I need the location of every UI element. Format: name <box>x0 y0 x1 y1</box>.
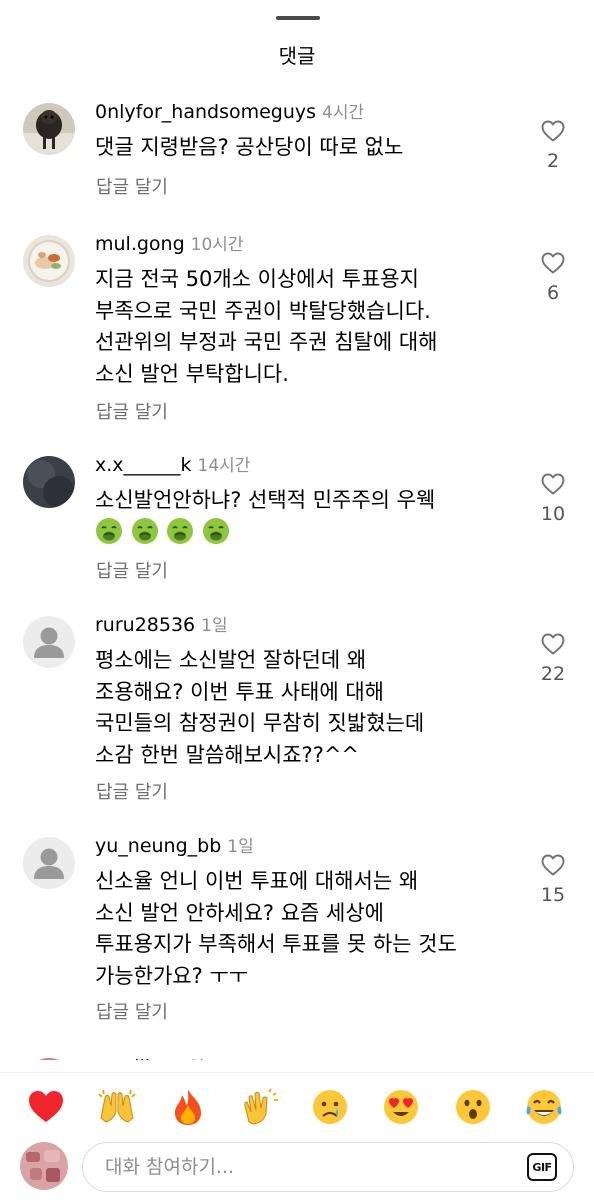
reply-button[interactable]: 답글 달기 <box>96 173 168 199</box>
nauseated-face-emoji <box>131 517 158 544</box>
nauseated-face-emoji <box>203 517 230 544</box>
comment-text: 댓글 지령받음? 공산당이 따로 없노 <box>95 132 525 164</box>
username[interactable]: ruru28536 <box>95 614 195 636</box>
avatar[interactable] <box>23 837 75 889</box>
comment-line: 소신 발언 부탁합니다. <box>95 361 289 386</box>
comment-line: 소감 한번 말씀해보시죠??^^ <box>95 742 360 767</box>
comment-list[interactable]: 0nlyfor_handsomeguys 4시간 댓글 지령받음? 공산당이 따로… <box>0 90 594 1060</box>
comment-composer: GIF <box>0 1138 594 1200</box>
comment-line: 선관위의 부정과 국민 주권 침탈에 대해 <box>95 330 438 354</box>
sheet-grabber[interactable] <box>276 16 320 20</box>
timestamp: 4시간 <box>322 103 365 123</box>
heart-outline-icon[interactable] <box>541 252 565 274</box>
reply-button[interactable]: 답글 달기 <box>96 557 168 583</box>
comment-text: 평소에는 소신발언 잘하던데 왜 조용해요? 이번 투표 사태에 대해 국민들의… <box>95 645 525 771</box>
comment-line: 부족으로 국민 주권이 박탈당했습니다. <box>95 298 431 323</box>
comment-text: 신소율 언니 이번 투표에 대해서는 왜 소신 발언 안하세요? 요즘 세상에 … <box>95 866 525 992</box>
comment-input[interactable] <box>105 1151 505 1183</box>
nauseated-face-emoji <box>96 517 122 544</box>
timestamp: 10시간 <box>190 235 244 255</box>
like-button[interactable]: 22 <box>530 633 576 685</box>
like-count: 15 <box>540 884 566 906</box>
reply-button[interactable]: 답글 달기 <box>96 998 168 1024</box>
comment-text: 지금 전국 50개소 이상에서 투표용지 부족으로 국민 주권이 박탈당했습니다… <box>95 264 525 390</box>
avatar[interactable] <box>23 456 75 508</box>
heart-outline-icon[interactable] <box>541 120 565 142</box>
heart-eyes-emoji[interactable] <box>380 1086 422 1128</box>
comment-text: 소신발언안하냐? 선택적 민주주의 우웩 <box>95 485 525 548</box>
comment-line: 지금 전국 50개소 이상에서 투표용지 <box>95 267 419 291</box>
crying-face-emoji[interactable] <box>309 1086 351 1128</box>
like-button[interactable]: 6 <box>530 252 576 304</box>
gif-button[interactable]: GIF <box>527 1153 557 1181</box>
reply-button[interactable]: 답글 달기 <box>96 398 168 424</box>
like-button[interactable]: 10 <box>530 473 576 525</box>
surprised-face-emoji[interactable] <box>452 1086 494 1128</box>
timestamp: 1일 <box>201 616 228 636</box>
comment-line: 투표용지가 부족해서 투표를 못 하는 것도 <box>95 932 457 956</box>
comments-sheet: 댓글 0nlyfor_handsomeguys 4시간 댓글 지령받음? 공산당… <box>0 0 594 1200</box>
raising-hands-emoji[interactable] <box>96 1086 138 1128</box>
comment-line: 소신 발언 안하세요? 요즘 세상에 <box>95 900 385 925</box>
like-count: 2 <box>546 150 560 172</box>
avatar[interactable] <box>23 616 75 668</box>
timestamp: 14시간 <box>197 456 251 476</box>
username[interactable]: 0nlyfor_handsomeguys <box>95 101 316 123</box>
username[interactable]: mul.gong <box>95 233 185 255</box>
heart-outline-icon[interactable] <box>541 473 565 495</box>
timestamp: 1일 <box>227 837 254 857</box>
heart-outline-icon[interactable] <box>541 633 565 655</box>
red-heart-emoji[interactable] <box>25 1086 67 1128</box>
comment-line: 가능한가요? ㅜㅜ <box>95 963 249 988</box>
like-count: 6 <box>546 282 560 304</box>
sheet-title: 댓글 <box>278 44 316 68</box>
comment-line: 조용해요? 이번 투표 사태에 대해 <box>95 679 385 704</box>
current-user-avatar[interactable] <box>20 1142 68 1190</box>
username[interactable]: my_jiins <box>95 1056 172 1060</box>
like-button[interactable]: 15 <box>530 854 576 906</box>
like-count: 22 <box>540 663 566 685</box>
nauseated-face-emoji <box>167 517 194 544</box>
comment-line: 신소율 언니 이번 투표에 대해서는 왜 <box>95 869 419 893</box>
username[interactable]: yu_neung_bb <box>95 835 221 857</box>
username[interactable]: x.x______k <box>95 454 192 476</box>
comment-line: 국민들의 참정권이 무참히 짓밟혔는데 <box>95 711 425 735</box>
clapping-hands-emoji[interactable] <box>238 1086 280 1128</box>
quick-reaction-bar <box>0 1072 594 1138</box>
timestamp: 1일 <box>178 1058 204 1060</box>
like-count: 10 <box>540 503 566 525</box>
reply-button[interactable]: 답글 달기 <box>96 778 168 804</box>
comment-input-wrapper: GIF <box>82 1142 574 1192</box>
avatar[interactable] <box>23 1058 75 1060</box>
like-button[interactable]: 2 <box>530 120 576 172</box>
fire-emoji[interactable] <box>167 1086 209 1128</box>
comment-line: 소신발언안하냐? 선택적 민주주의 우웩 <box>95 488 436 512</box>
emoji-line <box>95 517 525 549</box>
tears-of-joy-emoji[interactable] <box>523 1086 565 1128</box>
heart-outline-icon[interactable] <box>541 854 565 876</box>
comment-line: 평소에는 소신발언 잘하던데 왜 <box>95 648 367 672</box>
avatar[interactable] <box>23 103 75 155</box>
avatar[interactable] <box>23 235 75 287</box>
comment-line: 댓글 지령받음? 공산당이 따로 없노 <box>95 135 404 159</box>
